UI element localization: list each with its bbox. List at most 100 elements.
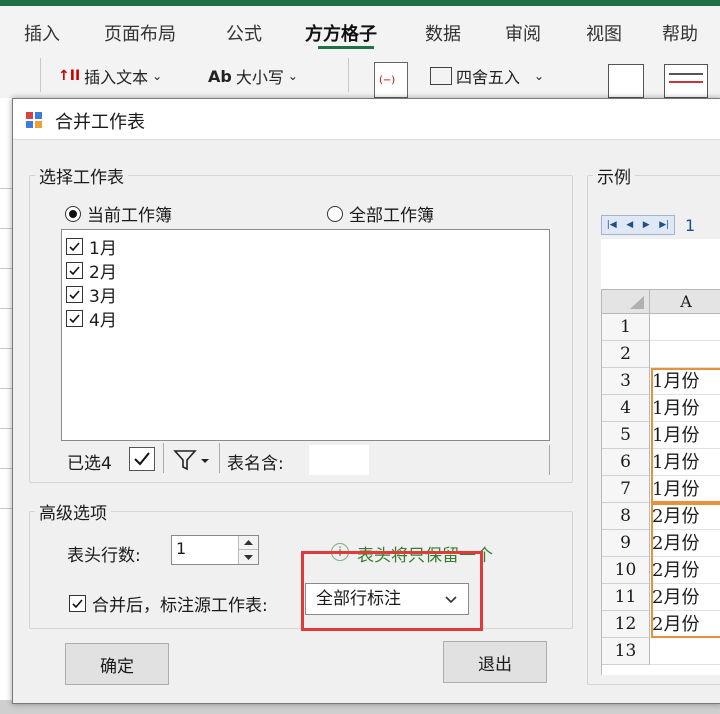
clipboard-icon[interactable] [608, 64, 644, 98]
header-rows-value: 1 [176, 539, 187, 558]
example-cell: 1月份 [650, 422, 720, 449]
sheet-nav-buttons[interactable]: |◀ ◀ ▶ ▶| [601, 215, 675, 235]
case-label: 大小写 [235, 68, 284, 87]
radio-current-label: 当前工作簿 [87, 206, 172, 226]
example-cell: 1月份 [650, 449, 720, 476]
last-sheet-icon[interactable]: ▶| [659, 220, 669, 230]
sheet-item-label: 2月 [89, 263, 117, 283]
example-cell: 2月份 [650, 503, 720, 530]
example-group-label: 示例 [593, 163, 635, 188]
row-header: 12 [602, 611, 650, 638]
dialog-title: 合并工作表 [55, 112, 145, 133]
row-header: 1 [602, 314, 650, 341]
checkbox-checked[interactable] [66, 238, 83, 255]
select-sheets-group-label: 选择工作表 [35, 163, 128, 188]
row-header: 7 [602, 476, 650, 503]
ok-button[interactable]: 确定 [65, 643, 169, 685]
prev-sheet-icon[interactable]: ◀ [626, 220, 633, 230]
sheet-list[interactable]: 1月 2月 3月 4月 [61, 229, 550, 441]
tab-view[interactable]: 视图 [586, 20, 622, 46]
divider [549, 445, 550, 475]
tab-data[interactable]: 数据 [425, 20, 461, 46]
ribbon-tab-bar: 插入 页面布局 公式 方方格子 数据 审阅 视图 帮助 [0, 6, 720, 50]
merge-sheets-dialog: 合并工作表 选择工作表 当前工作簿 全部工作簿 1月 2月 3月 4月 已选4 [12, 98, 720, 704]
example-cell: 2月份 [650, 584, 720, 611]
annotate-source-checkbox[interactable]: 合并后，标注源工作表: [69, 591, 268, 616]
advanced-options-group-label: 高级选项 [35, 499, 111, 524]
app-icon [26, 112, 42, 128]
filter-icon [173, 450, 209, 471]
checkbox-checked[interactable] [66, 262, 83, 279]
name-contains-input[interactable] [309, 445, 369, 475]
report-icon[interactable] [664, 64, 708, 98]
filter-dropdown-button[interactable] [173, 448, 213, 472]
checkbox-checked[interactable] [66, 310, 83, 327]
example-cell [650, 341, 720, 368]
tab-page-layout[interactable]: 页面布局 [104, 20, 176, 46]
next-sheet-icon[interactable]: ▶ [643, 220, 650, 230]
sheet-item[interactable]: 1月 [66, 234, 117, 259]
example-cell [650, 314, 720, 341]
example-cell: 1月份 [650, 395, 720, 422]
row-header: 4 [602, 395, 650, 422]
sheet-item[interactable]: 4月 [66, 306, 117, 331]
sheet-item[interactable]: 2月 [66, 258, 117, 283]
annotate-source-label: 合并后，标注源工作表: [92, 596, 268, 616]
worksheet-edge [0, 98, 12, 714]
row-header: 9 [602, 530, 650, 557]
insert-text-icon: ↑II [58, 68, 81, 84]
active-tab-indicator [318, 46, 374, 49]
tab-fangfang[interactable]: 方方格子 [305, 20, 377, 46]
name-contains-label: 表名含: [227, 454, 284, 474]
sheet-nav-bar: |◀ ◀ ▶ ▶| 1 [601, 215, 720, 235]
ribbon-toolbar: ↑II 插入文本 ⌄ Ab 大小写 ⌄ (−) 四舍五入 ⌄ [0, 50, 720, 98]
radio-dot [327, 205, 343, 222]
case-icon: Ab [208, 66, 232, 86]
highlight-annotation-box [301, 551, 483, 631]
sheet-item-label: 3月 [89, 287, 117, 307]
select-all-checkbox-button[interactable] [129, 447, 155, 471]
insert-text-label: 插入文本 [84, 68, 149, 87]
tab-review[interactable]: 审阅 [505, 20, 541, 46]
radio-current-workbook[interactable]: 当前工作簿 [65, 201, 172, 226]
example-cell: 2月份 [650, 557, 720, 584]
round-label: 四舍五入 [456, 68, 521, 87]
document-minus-icon[interactable]: (−) [374, 62, 408, 98]
first-sheet-icon[interactable]: |◀ [607, 220, 617, 230]
tab-help[interactable]: 帮助 [662, 20, 698, 46]
case-button[interactable]: Ab 大小写 ⌄ [208, 64, 298, 88]
round-button[interactable]: 四舍五入 ⌄ [430, 64, 544, 88]
row-header: 11 [602, 584, 650, 611]
example-cell: 2月份 [650, 611, 720, 638]
row-header: 6 [602, 449, 650, 476]
spin-arrows-icon [244, 540, 253, 560]
example-grid: A 1 2 3 1月份 4 1月份 5 1月份 6 1月份 7 1月份 8 2月份 9 2月份 10 2月份 11 2… [601, 289, 720, 675]
radio-dot-selected [65, 205, 81, 222]
sheet-item-label: 1月 [89, 239, 117, 259]
exit-button[interactable]: 退出 [443, 641, 547, 683]
checkbox-checked[interactable] [66, 286, 83, 303]
chevron-down-icon: ⌄ [152, 69, 163, 83]
sheet-item[interactable]: 3月 [66, 282, 117, 307]
chevron-down-icon: ⌄ [287, 69, 298, 83]
radio-all-workbooks[interactable]: 全部工作簿 [327, 201, 434, 226]
example-cell: 2月份 [650, 530, 720, 557]
insert-text-button[interactable]: ↑II 插入文本 ⌄ [58, 64, 162, 88]
example-cell: 1月份 [650, 476, 720, 503]
sheet-item-label: 4月 [89, 311, 117, 331]
chevron-down-icon: ⌄ [534, 69, 545, 83]
divider [163, 443, 164, 473]
tab-formulas[interactable]: 公式 [226, 20, 262, 46]
example-sheet-tab[interactable]: 1 [685, 216, 695, 235]
select-all-corner [602, 290, 650, 314]
example-cell: 1月份 [650, 368, 720, 395]
example-cell [650, 638, 720, 665]
row-header: 3 [602, 368, 650, 395]
tab-insert[interactable]: 插入 [24, 20, 60, 46]
header-rows-input[interactable]: 1 [171, 535, 259, 565]
header-rows-stepper[interactable] [238, 536, 258, 564]
row-header: 8 [602, 503, 650, 530]
toolbar-divider [40, 58, 41, 92]
checkbox-checked[interactable] [69, 595, 86, 612]
selected-count: 已选4 [67, 454, 112, 474]
